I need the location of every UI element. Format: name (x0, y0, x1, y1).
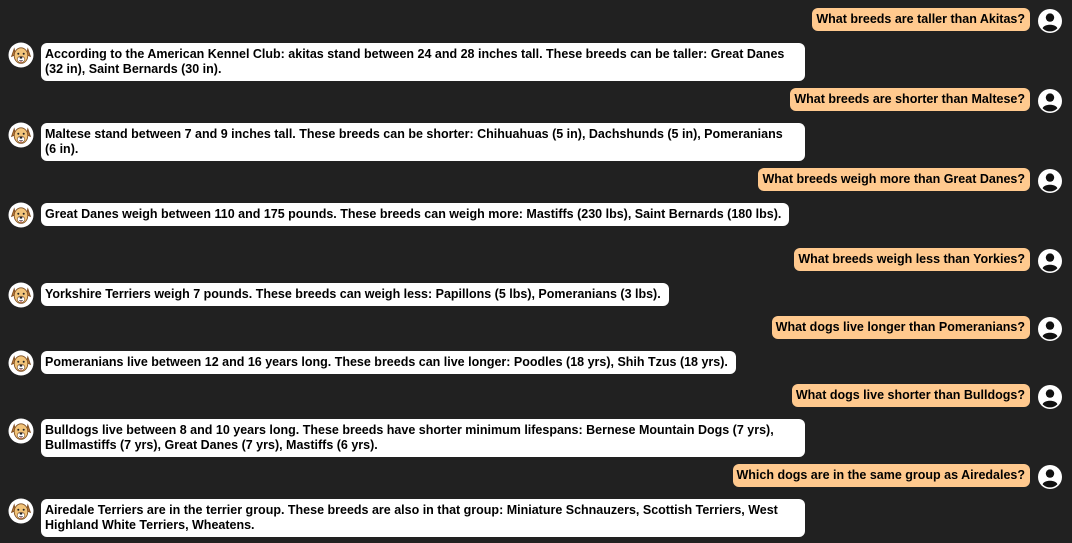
bot-message: Yorkshire Terriers weigh 7 pounds. These… (8, 282, 669, 308)
user-message: What dogs live shorter than Bulldogs? (791, 384, 1063, 410)
chat-transcript: What breeds are taller than Akitas? Acco… (0, 0, 1072, 543)
user-avatar-icon (1037, 8, 1063, 34)
dog-avatar-icon (8, 282, 34, 308)
dog-avatar-icon (8, 498, 34, 524)
user-avatar-icon (1037, 248, 1063, 274)
dog-avatar-icon (8, 202, 34, 228)
bot-message-text: Bulldogs live between 8 and 10 years lon… (41, 419, 805, 457)
bot-message: Maltese stand between 7 and 9 inches tal… (8, 122, 805, 161)
dog-avatar-icon (8, 418, 34, 444)
user-message-text: Which dogs are in the same group as Aire… (732, 464, 1030, 487)
user-message-text: What breeds weigh more than Great Danes? (758, 168, 1030, 191)
user-message-text: What dogs live shorter than Bulldogs? (791, 384, 1030, 407)
bot-message-text: Great Danes weigh between 110 and 175 po… (41, 203, 790, 226)
user-message-text: What dogs live longer than Pomeranians? (771, 316, 1030, 339)
bot-message: Bulldogs live between 8 and 10 years lon… (8, 418, 805, 457)
user-message-text: What breeds weigh less than Yorkies? (794, 248, 1030, 271)
user-message: What breeds weigh more than Great Danes? (758, 168, 1063, 194)
user-avatar-icon (1037, 88, 1063, 114)
user-message-text: What breeds are shorter than Maltese? (790, 88, 1030, 111)
user-avatar-icon (1037, 464, 1063, 490)
user-message-text: What breeds are taller than Akitas? (812, 8, 1030, 31)
user-avatar-icon (1037, 316, 1063, 342)
user-message: What dogs live longer than Pomeranians? (771, 316, 1063, 342)
dog-avatar-icon (8, 350, 34, 376)
bot-message-text: Pomeranians live between 12 and 16 years… (41, 351, 736, 374)
user-message: What breeds weigh less than Yorkies? (794, 248, 1063, 274)
bot-message-text: Yorkshire Terriers weigh 7 pounds. These… (41, 283, 669, 306)
dog-avatar-icon (8, 42, 34, 68)
user-message: Which dogs are in the same group as Aire… (732, 464, 1064, 490)
user-message: What breeds are shorter than Maltese? (790, 88, 1063, 114)
bot-message-text: Airedale Terriers are in the terrier gro… (41, 499, 805, 537)
bot-message: Airedale Terriers are in the terrier gro… (8, 498, 805, 537)
bot-message: Pomeranians live between 12 and 16 years… (8, 350, 736, 376)
bot-message-text: Maltese stand between 7 and 9 inches tal… (41, 123, 805, 161)
dog-avatar-icon (8, 122, 34, 148)
user-avatar-icon (1037, 384, 1063, 410)
user-message: What breeds are taller than Akitas? (812, 8, 1063, 34)
bot-message-text: According to the American Kennel Club: a… (41, 43, 805, 81)
bot-message: Great Danes weigh between 110 and 175 po… (8, 202, 790, 228)
user-avatar-icon (1037, 168, 1063, 194)
bot-message: According to the American Kennel Club: a… (8, 42, 805, 81)
